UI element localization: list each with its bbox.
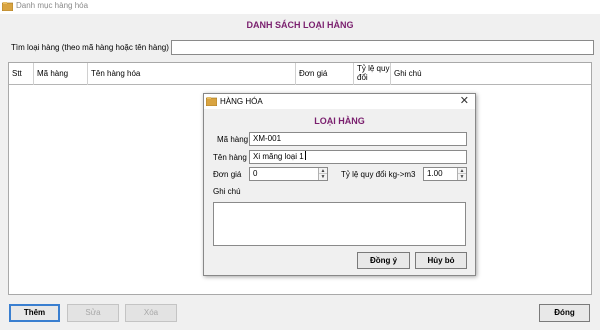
title-bar: Danh mục hàng hóa — [0, 0, 600, 14]
close-icon[interactable]: ✕ — [460, 95, 469, 107]
grid-header: Stt Mã hàng Tên hàng hóa Đơn giá Tỷ lệ q… — [9, 63, 591, 85]
folder-icon — [2, 2, 13, 11]
delete-button[interactable]: Xóa — [125, 304, 177, 322]
column-header-code[interactable]: Mã hàng — [34, 63, 88, 85]
column-header-price[interactable]: Đơn giá — [296, 63, 354, 85]
ok-button[interactable]: Đồng ý — [357, 252, 410, 269]
add-button[interactable]: Thêm — [9, 304, 60, 322]
search-input[interactable] — [171, 40, 594, 55]
column-header-notes[interactable]: Ghi chú — [391, 63, 591, 85]
chevron-down-icon[interactable]: ▼ — [458, 174, 466, 180]
ratio-spin[interactable]: ▲ ▼ — [457, 168, 466, 180]
ratio-label: Tỷ lệ quy đổi kg->m3 — [341, 170, 416, 179]
code-label: Mã hàng — [217, 135, 249, 144]
notes-label: Ghi chú — [213, 187, 241, 196]
cancel-button[interactable]: Hủy bỏ — [415, 252, 467, 269]
name-label: Tên hàng — [213, 153, 247, 162]
name-field[interactable]: Xi măng loại 1 — [249, 150, 467, 164]
folder-icon — [206, 97, 217, 106]
window-title: Danh mục hàng hóa — [16, 1, 89, 10]
text-caret — [304, 151, 306, 160]
dialog-heading: LOẠI HÀNG — [314, 116, 365, 126]
price-label: Đơn giá — [213, 170, 242, 179]
price-spin[interactable]: ▲ ▼ — [318, 168, 327, 180]
search-label: Tìm loại hàng (theo mã hàng hoặc tên hàn… — [11, 43, 169, 52]
item-dialog: HÀNG HÓA ✕ LOẠI HÀNG Mã hàng XM-001 Tên … — [203, 93, 476, 276]
ratio-stepper[interactable]: 1.00 ▲ ▼ — [423, 167, 467, 181]
code-field[interactable]: XM-001 — [249, 132, 467, 146]
column-header-ratio[interactable]: Tỷ lệ quy đổi — [354, 63, 391, 85]
page-title: DANH SÁCH LOẠI HÀNG — [246, 20, 354, 30]
close-button[interactable]: Đóng — [539, 304, 590, 322]
main-window: Danh mục hàng hóa DANH SÁCH LOẠI HÀNG Tì… — [0, 0, 600, 330]
dialog-title: HÀNG HÓA — [220, 97, 263, 106]
column-header-stt[interactable]: Stt — [9, 63, 34, 85]
price-stepper[interactable]: 0 ▲ ▼ — [249, 167, 328, 181]
column-header-name[interactable]: Tên hàng hóa — [88, 63, 296, 85]
edit-button[interactable]: Sửa — [67, 304, 119, 322]
dialog-title-bar: HÀNG HÓA ✕ — [204, 94, 475, 109]
chevron-down-icon[interactable]: ▼ — [319, 174, 327, 180]
notes-field[interactable] — [213, 202, 466, 246]
